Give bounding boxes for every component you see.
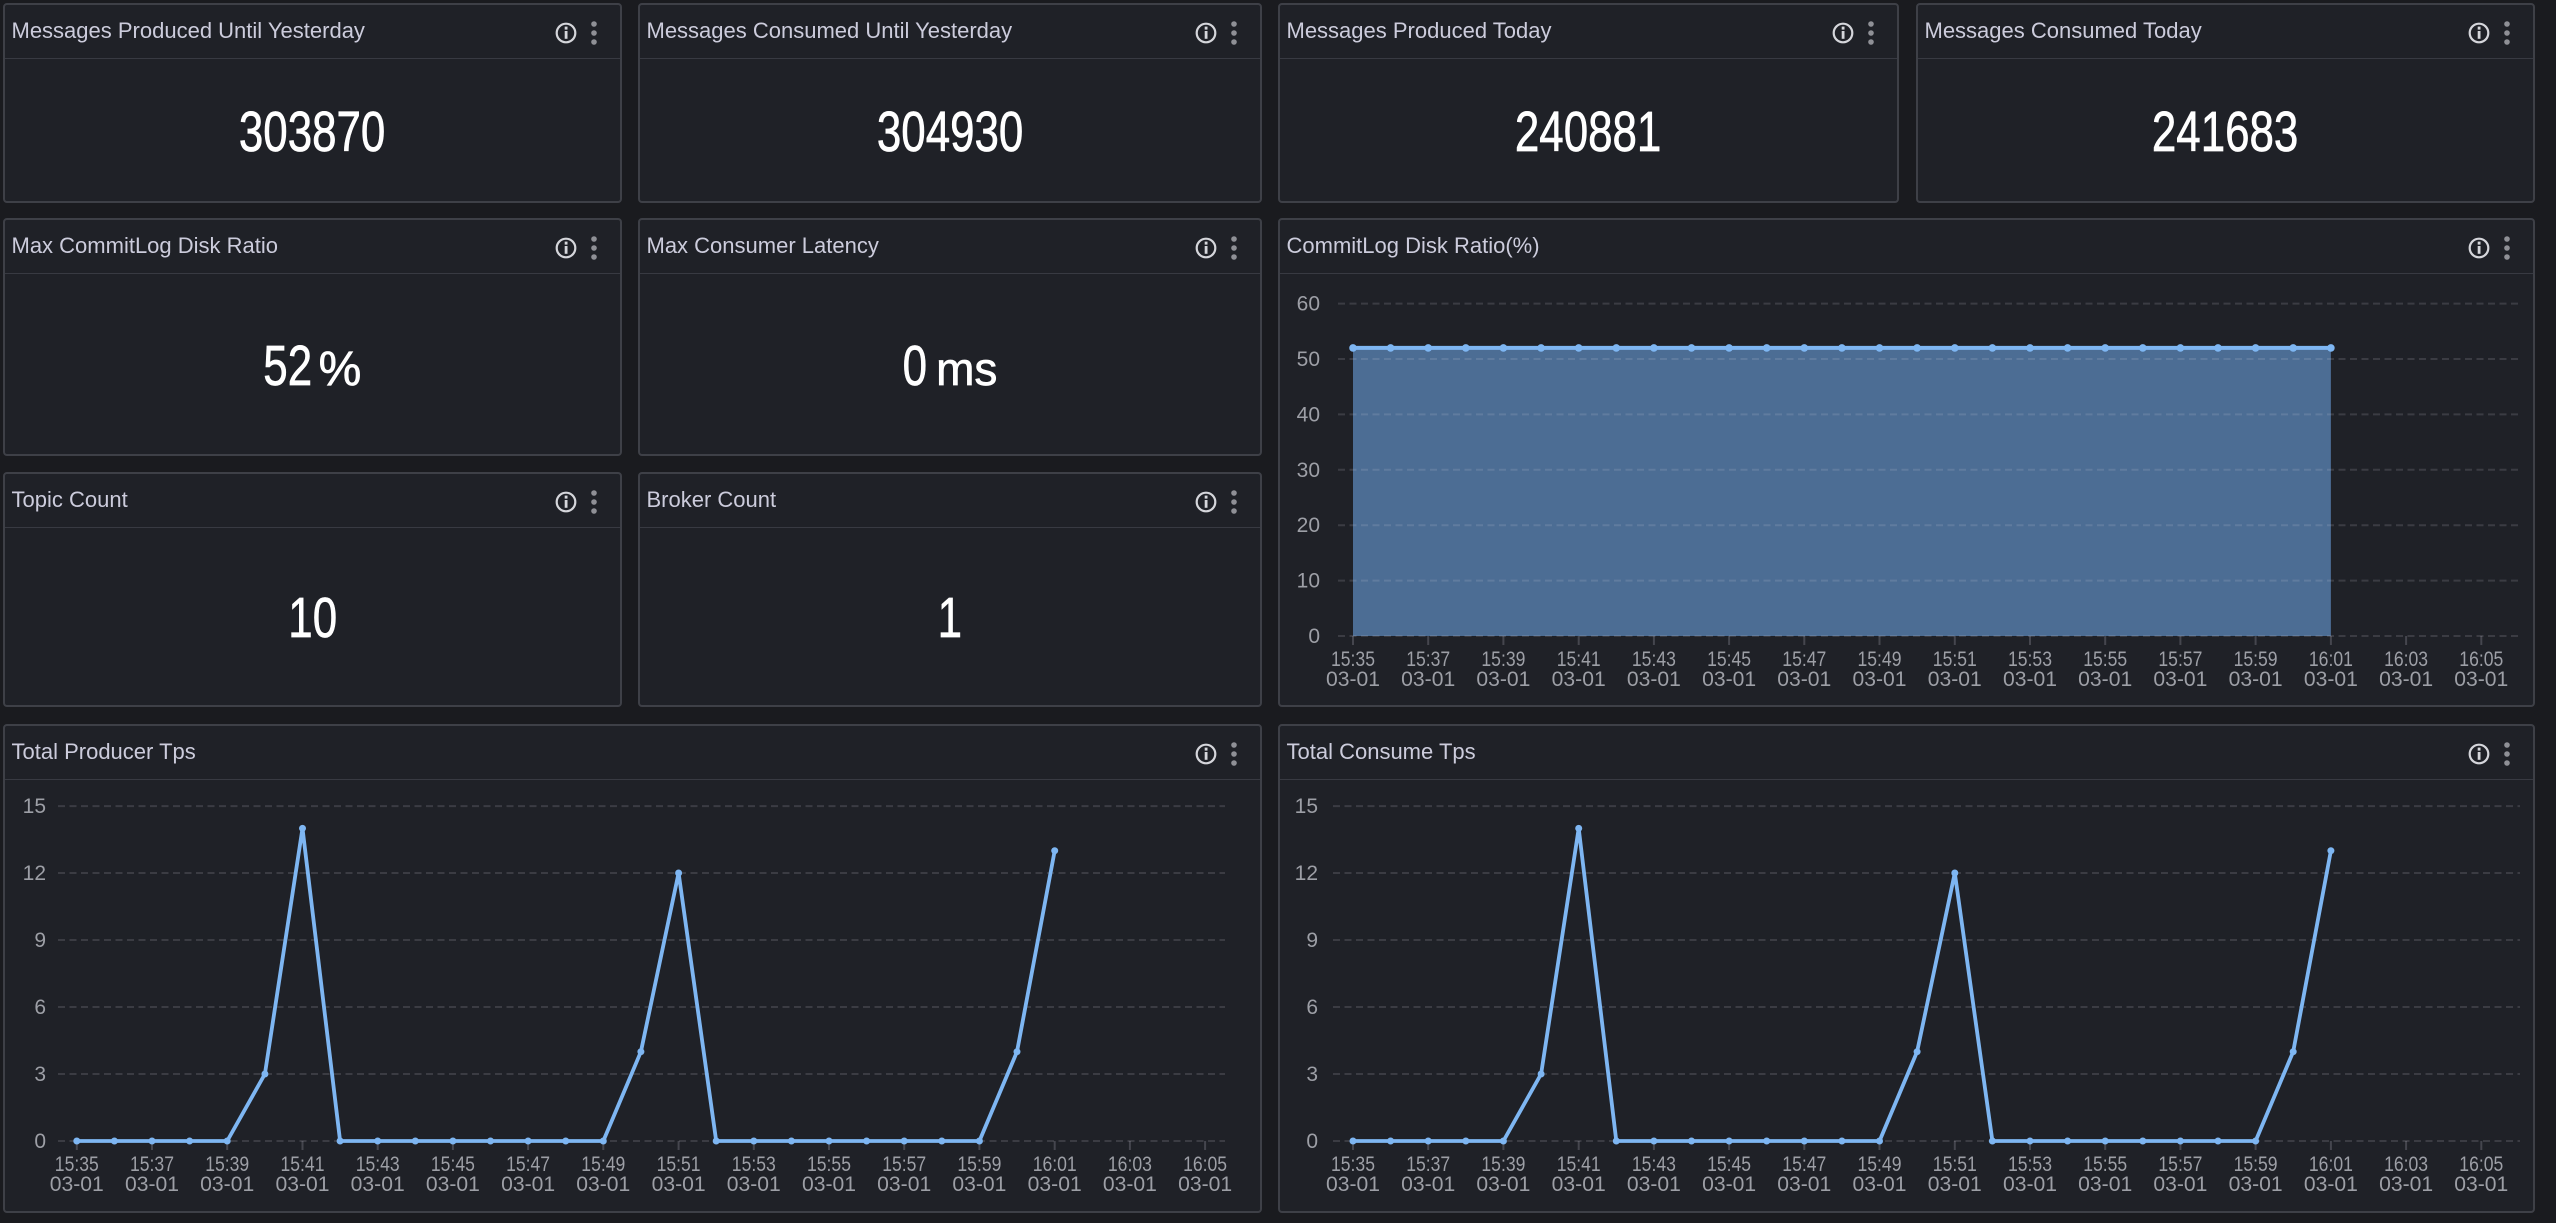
- svg-text:03-01: 03-01: [2229, 1173, 2283, 1196]
- svg-text:03-01: 03-01: [1928, 1173, 1982, 1196]
- svg-text:03-01: 03-01: [1028, 1173, 1082, 1196]
- svg-text:60: 60: [1297, 293, 1320, 316]
- svg-text:9: 9: [1306, 929, 1318, 952]
- svg-text:3: 3: [34, 1063, 46, 1086]
- svg-text:03-01: 03-01: [727, 1173, 781, 1196]
- svg-text:0: 0: [34, 1130, 46, 1153]
- svg-text:03-01: 03-01: [1326, 668, 1380, 691]
- svg-text:03-01: 03-01: [426, 1173, 480, 1196]
- svg-text:03-01: 03-01: [2003, 668, 2057, 691]
- svg-text:03-01: 03-01: [50, 1173, 104, 1196]
- svg-text:03-01: 03-01: [652, 1173, 706, 1196]
- svg-text:03-01: 03-01: [1928, 668, 1982, 691]
- svg-text:03-01: 03-01: [1476, 1173, 1530, 1196]
- svg-text:03-01: 03-01: [2078, 668, 2132, 691]
- svg-text:03-01: 03-01: [1401, 1173, 1455, 1196]
- svg-text:03-01: 03-01: [351, 1173, 405, 1196]
- svg-text:03-01: 03-01: [501, 1173, 555, 1196]
- svg-text:03-01: 03-01: [1326, 1173, 1380, 1196]
- svg-text:03-01: 03-01: [1552, 1173, 1606, 1196]
- svg-text:3: 3: [1306, 1063, 1318, 1086]
- svg-text:03-01: 03-01: [802, 1173, 856, 1196]
- svg-text:03-01: 03-01: [1777, 1173, 1831, 1196]
- svg-text:03-01: 03-01: [200, 1173, 254, 1196]
- svg-text:03-01: 03-01: [2003, 1173, 2057, 1196]
- svg-text:03-01: 03-01: [1853, 1173, 1907, 1196]
- svg-text:03-01: 03-01: [2153, 1173, 2207, 1196]
- svg-text:20: 20: [1297, 514, 1320, 537]
- svg-text:12: 12: [1295, 862, 1318, 885]
- svg-text:03-01: 03-01: [877, 1173, 931, 1196]
- svg-text:03-01: 03-01: [2304, 1173, 2358, 1196]
- svg-text:03-01: 03-01: [2379, 668, 2433, 691]
- svg-text:03-01: 03-01: [2304, 668, 2358, 691]
- svg-text:9: 9: [34, 929, 46, 952]
- svg-text:03-01: 03-01: [1702, 668, 1756, 691]
- svg-text:0: 0: [1306, 1130, 1318, 1153]
- svg-text:03-01: 03-01: [1627, 668, 1681, 691]
- svg-text:12: 12: [23, 862, 46, 885]
- svg-text:03-01: 03-01: [576, 1173, 630, 1196]
- svg-text:03-01: 03-01: [1853, 668, 1907, 691]
- svg-text:6: 6: [1306, 996, 1318, 1019]
- svg-text:03-01: 03-01: [1777, 668, 1831, 691]
- svg-text:10: 10: [1297, 570, 1320, 593]
- svg-text:6: 6: [34, 996, 46, 1019]
- svg-text:03-01: 03-01: [1103, 1173, 1157, 1196]
- svg-text:03-01: 03-01: [2078, 1173, 2132, 1196]
- svg-text:03-01: 03-01: [1552, 668, 1606, 691]
- svg-text:0: 0: [1308, 625, 1320, 648]
- svg-text:03-01: 03-01: [2153, 668, 2207, 691]
- svg-text:03-01: 03-01: [1627, 1173, 1681, 1196]
- svg-text:03-01: 03-01: [1401, 668, 1455, 691]
- svg-text:03-01: 03-01: [2454, 668, 2508, 691]
- svg-text:03-01: 03-01: [1702, 1173, 1756, 1196]
- svg-text:03-01: 03-01: [952, 1173, 1006, 1196]
- svg-text:03-01: 03-01: [276, 1173, 330, 1196]
- svg-text:03-01: 03-01: [2229, 668, 2283, 691]
- svg-text:15: 15: [1295, 795, 1318, 818]
- svg-text:30: 30: [1297, 459, 1320, 482]
- svg-text:50: 50: [1297, 348, 1320, 371]
- svg-text:03-01: 03-01: [1178, 1173, 1232, 1196]
- svg-text:03-01: 03-01: [125, 1173, 179, 1196]
- svg-text:03-01: 03-01: [2454, 1173, 2508, 1196]
- svg-text:15: 15: [23, 795, 46, 818]
- svg-text:03-01: 03-01: [1476, 668, 1530, 691]
- svg-text:03-01: 03-01: [2379, 1173, 2433, 1196]
- svg-text:40: 40: [1297, 403, 1320, 426]
